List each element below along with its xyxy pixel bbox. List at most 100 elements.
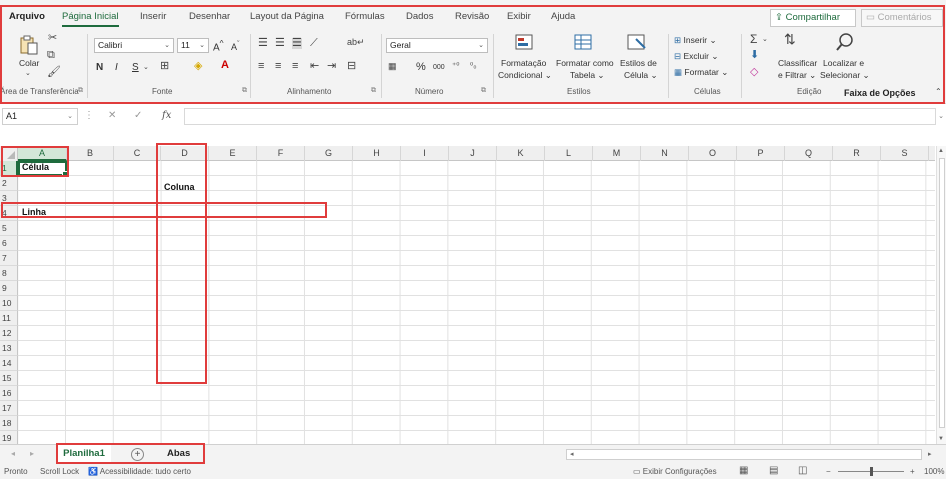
accounting-format-icon[interactable]: ▦	[388, 62, 397, 71]
expand-formula-bar-icon[interactable]: ⌄	[938, 112, 944, 120]
column-header-c[interactable]: C	[114, 146, 161, 161]
paste-label[interactable]: Colar	[19, 58, 39, 68]
cell-d2[interactable]: Coluna	[164, 182, 195, 192]
row-header-9[interactable]: 9	[0, 281, 18, 296]
scroll-right-icon[interactable]: ▸	[928, 450, 932, 458]
tab-dados[interactable]: Dados	[406, 6, 433, 28]
horizontal-scrollbar[interactable]	[566, 449, 922, 460]
cell-styles-label[interactable]: Estilos de	[620, 58, 657, 68]
row-header-4[interactable]: 4	[0, 206, 18, 221]
column-header-o[interactable]: O	[689, 146, 737, 161]
row-header-10[interactable]: 10	[0, 296, 18, 311]
column-header-d[interactable]: D	[161, 146, 209, 161]
tab-exibir[interactable]: Exibir	[507, 6, 531, 28]
conditional-formatting-label2[interactable]: Condicional ⌄	[498, 70, 552, 81]
tab-desenhar[interactable]: Desenhar	[189, 6, 230, 28]
increase-decimal-icon[interactable]: ⁺⁰	[452, 62, 459, 70]
align-center-icon[interactable]: ≡	[275, 61, 281, 72]
sort-filter-label2[interactable]: e Filtrar ⌄	[778, 70, 816, 81]
column-header-a[interactable]: A	[18, 146, 67, 161]
zoom-level[interactable]: 100%	[924, 467, 944, 476]
tab-arquivo[interactable]: Arquivo	[9, 6, 45, 28]
column-header-h[interactable]: H	[353, 146, 401, 161]
name-box[interactable]: A1 ⌄	[2, 108, 78, 125]
find-select-label[interactable]: Localizar e	[823, 58, 864, 68]
decrease-indent-icon[interactable]: ⇤	[310, 61, 319, 72]
column-header-n[interactable]: N	[641, 146, 689, 161]
row-header-12[interactable]: 12	[0, 326, 18, 341]
cell-a4[interactable]: Linha	[22, 207, 46, 217]
align-left-icon[interactable]: ≡	[258, 61, 264, 72]
next-sheet-icon[interactable]: ▸	[30, 449, 34, 458]
row-header-11[interactable]: 11	[0, 311, 18, 326]
scroll-left-icon[interactable]: ◂	[570, 450, 574, 458]
cell-styles-label2[interactable]: Célula ⌄	[624, 70, 658, 81]
enter-icon[interactable]: ✓	[134, 110, 142, 121]
scroll-thumb[interactable]	[939, 158, 945, 428]
number-format-combo[interactable]: Geral ⌄	[386, 38, 488, 53]
cell-styles-icon[interactable]	[626, 33, 648, 53]
row-header-7[interactable]: 7	[0, 251, 18, 266]
row-header-14[interactable]: 14	[0, 356, 18, 371]
find-select-icon[interactable]	[834, 32, 856, 52]
align-top-icon[interactable]: ☰	[258, 38, 268, 49]
column-header-f[interactable]: F	[257, 146, 305, 161]
sheet-tab-planilha1[interactable]: Planilha1	[57, 445, 111, 464]
comments-button[interactable]: ▭ Comentários	[861, 9, 943, 27]
conditional-formatting-icon[interactable]	[514, 33, 536, 53]
format-painter-icon[interactable]: 🖌	[47, 67, 61, 78]
column-header-p[interactable]: P	[737, 146, 785, 161]
sort-filter-label[interactable]: Classificar	[778, 58, 817, 68]
merge-center-icon[interactable]: ⊟	[347, 61, 356, 72]
percent-button[interactable]: %	[416, 61, 426, 73]
borders-icon[interactable]: ⊞	[160, 61, 169, 72]
increase-indent-icon[interactable]: ⇥	[327, 61, 336, 72]
autosum-icon[interactable]: Σ	[750, 33, 757, 45]
chevron-down-icon[interactable]: ⌄	[143, 64, 149, 71]
accessibility-status[interactable]: ♿ Acessibilidade: tudo certo	[88, 467, 191, 476]
conditional-formatting-label[interactable]: Formatação	[501, 58, 546, 68]
number-launcher-icon[interactable]: ⧉	[481, 87, 486, 95]
select-all-button[interactable]	[0, 146, 18, 161]
italic-button[interactable]: I	[115, 62, 118, 73]
insert-function-icon[interactable]: fx	[162, 110, 171, 121]
column-header-k[interactable]: K	[497, 146, 545, 161]
cut-icon[interactable]: ✂	[48, 33, 57, 44]
column-header-g[interactable]: G	[305, 146, 353, 161]
sort-filter-icon[interactable]: ⇅	[784, 32, 796, 46]
align-right-icon[interactable]: ≡	[292, 61, 298, 72]
row-header-13[interactable]: 13	[0, 341, 18, 356]
row-header-16[interactable]: 16	[0, 386, 18, 401]
alignment-launcher-icon[interactable]: ⧉	[371, 87, 376, 95]
wrap-text-icon[interactable]: ab↵	[347, 38, 365, 47]
font-launcher-icon[interactable]: ⧉	[242, 87, 247, 95]
column-header-m[interactable]: M	[593, 146, 641, 161]
align-bottom-icon[interactable]: ☰	[292, 38, 302, 49]
delete-cells-button[interactable]: ⊟ Excluir ⌄	[674, 51, 719, 62]
chevron-down-icon[interactable]: ⌄	[762, 36, 768, 43]
row-header-2[interactable]: 2	[0, 176, 18, 191]
paste-icon[interactable]	[18, 35, 40, 55]
row-header-8[interactable]: 8	[0, 266, 18, 281]
tab-revisao[interactable]: Revisão	[455, 6, 489, 28]
copy-icon[interactable]: ⧉	[47, 50, 55, 61]
fill-icon[interactable]: ⬇	[750, 50, 759, 61]
paste-dropdown-icon[interactable]: ⌄	[25, 70, 31, 77]
tab-formulas[interactable]: Fórmulas	[345, 6, 385, 28]
column-header-b[interactable]: B	[67, 146, 114, 161]
tab-pagina-inicial[interactable]: Página Inicial	[62, 6, 119, 28]
format-as-table-icon[interactable]	[573, 33, 595, 53]
clear-icon[interactable]: ◇	[750, 67, 758, 78]
display-settings-button[interactable]: ▭ Exibir Configurações	[633, 467, 717, 476]
vertical-scrollbar[interactable]: ▲ ▼	[936, 146, 946, 444]
format-as-table-label[interactable]: Formatar como	[556, 58, 614, 68]
zoom-in-button[interactable]: +	[910, 467, 915, 476]
scroll-up-icon[interactable]: ▲	[938, 148, 944, 154]
font-color-icon[interactable]: A	[221, 60, 229, 71]
find-select-label2[interactable]: Selecionar ⌄	[820, 70, 870, 81]
column-header-l[interactable]: L	[545, 146, 593, 161]
column-header-j[interactable]: J	[449, 146, 497, 161]
formula-input[interactable]	[184, 108, 936, 125]
orientation-icon[interactable]: ⟋	[310, 38, 318, 49]
collapse-ribbon-icon[interactable]: ⌃	[935, 88, 942, 96]
